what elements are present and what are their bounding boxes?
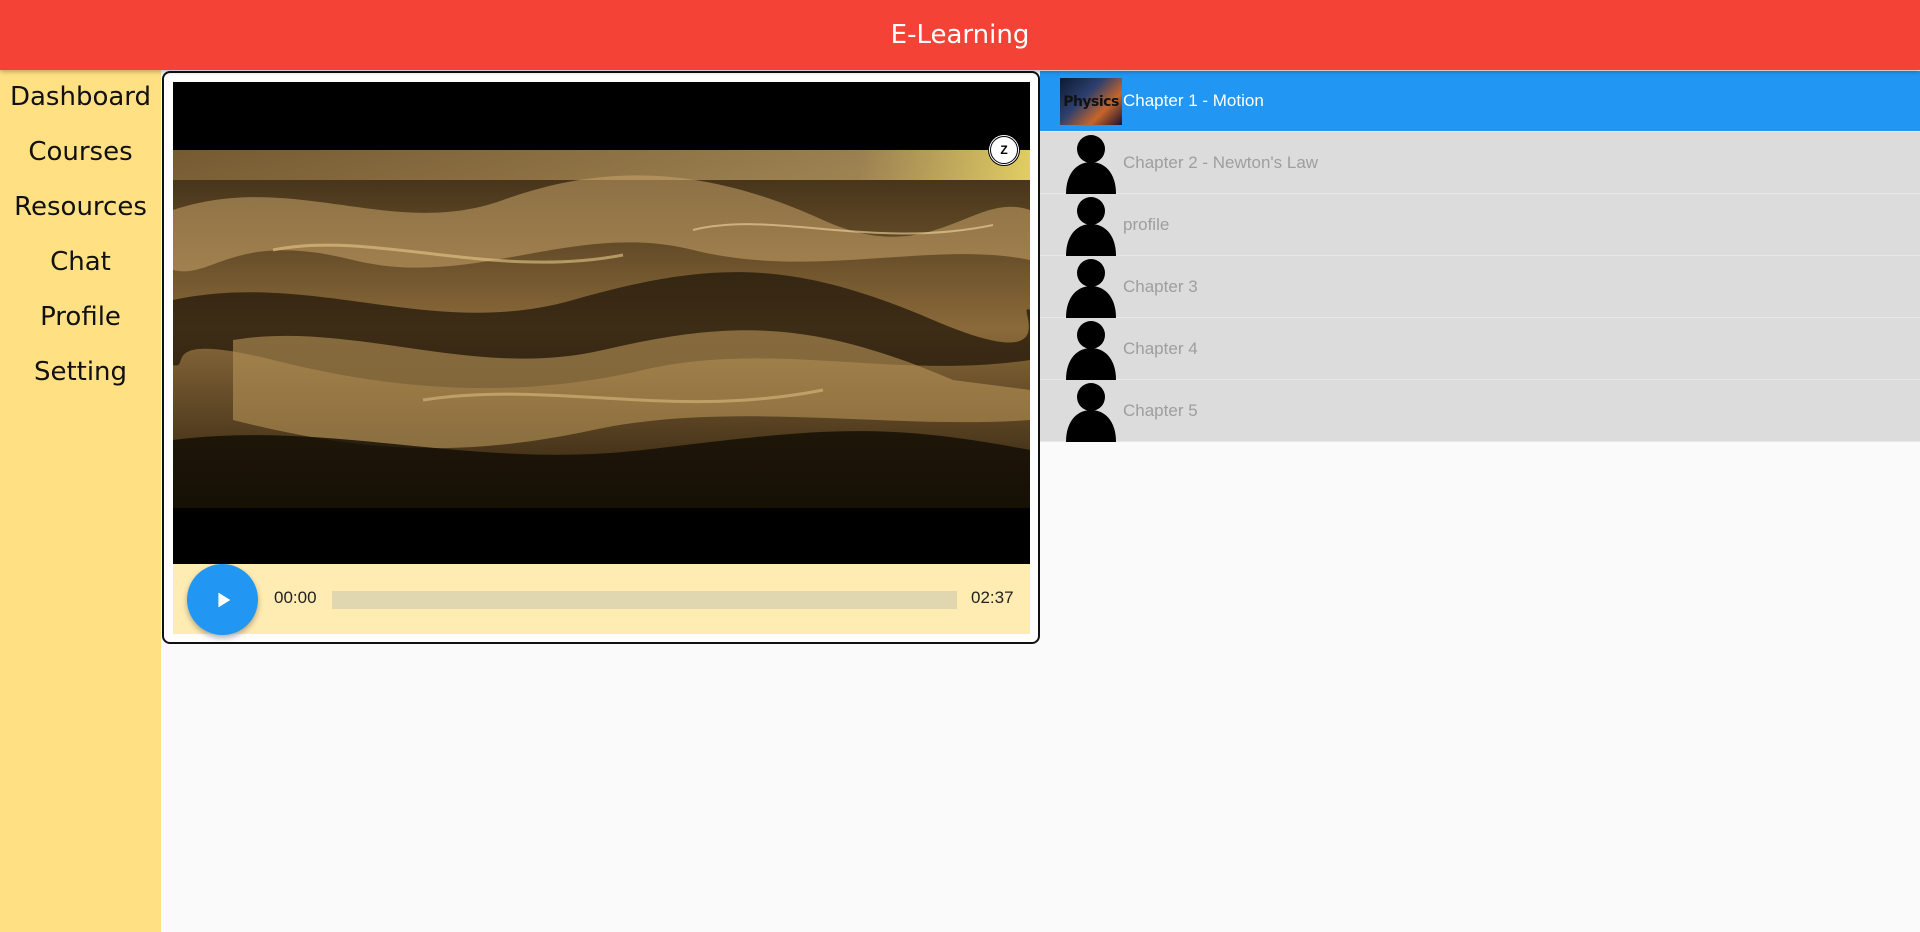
person-icon (1066, 135, 1116, 194)
sidebar-item-chat[interactable]: Chat (0, 235, 161, 290)
person-icon (1066, 259, 1116, 318)
video-controls: 00:00 02:37 (173, 564, 1030, 635)
person-icon (1066, 321, 1116, 380)
app-bar: E-Learning (0, 0, 1920, 70)
current-time: 00:00 (274, 588, 317, 607)
total-time: 02:37 (971, 588, 1014, 607)
sidebar-item-dashboard[interactable]: Dashboard (0, 70, 161, 125)
chapter-title: Chapter 5 (1123, 400, 1198, 420)
chapter-title: profile (1123, 214, 1170, 234)
sidebar-item-setting[interactable]: Setting (0, 345, 161, 400)
play-button[interactable] (187, 564, 258, 635)
video-frame-image (173, 150, 1030, 508)
chapter-title: Chapter 3 (1123, 276, 1198, 296)
sidebar-item-profile[interactable]: Profile (0, 290, 161, 345)
sidebar-item-resources[interactable]: Resources (0, 180, 161, 235)
person-icon (1066, 383, 1116, 442)
sidebar-item-courses[interactable]: Courses (0, 125, 161, 180)
app-title: E-Learning (890, 20, 1030, 50)
video-display[interactable]: Z (173, 82, 1030, 564)
chapter-item-2[interactable]: Chapter 2 - Newton's Law (1040, 132, 1920, 194)
sidebar: Dashboard Courses Resources Chat Profile… (0, 70, 161, 932)
person-icon (1066, 197, 1116, 256)
sidebar-nav: Dashboard Courses Resources Chat Profile… (0, 70, 161, 400)
chapter-title: Chapter 4 (1123, 338, 1198, 358)
progress-bar[interactable] (332, 591, 957, 609)
chapter-item-6[interactable]: Chapter 5 (1040, 380, 1920, 442)
chapter-list: Physics Chapter 1 - Motion Chapter 2 - N… (1040, 71, 1920, 442)
chapter-title: Chapter 1 - Motion (1123, 91, 1264, 110)
chapter-item-1[interactable]: Physics Chapter 1 - Motion (1040, 71, 1920, 132)
thumbnail-text: Physics (1063, 93, 1119, 110)
chapter-thumbnail: Physics (1060, 78, 1122, 125)
play-icon (217, 592, 230, 607)
chapter-item-5[interactable]: Chapter 4 (1040, 318, 1920, 380)
chapter-item-4[interactable]: Chapter 3 (1040, 256, 1920, 318)
video-watermark-logo: Z (988, 134, 1020, 166)
chapter-title: Chapter 2 - Newton's Law (1123, 152, 1319, 172)
video-player-card: Z 00:00 02:37 (162, 71, 1040, 644)
chapter-item-3[interactable]: profile (1040, 194, 1920, 256)
